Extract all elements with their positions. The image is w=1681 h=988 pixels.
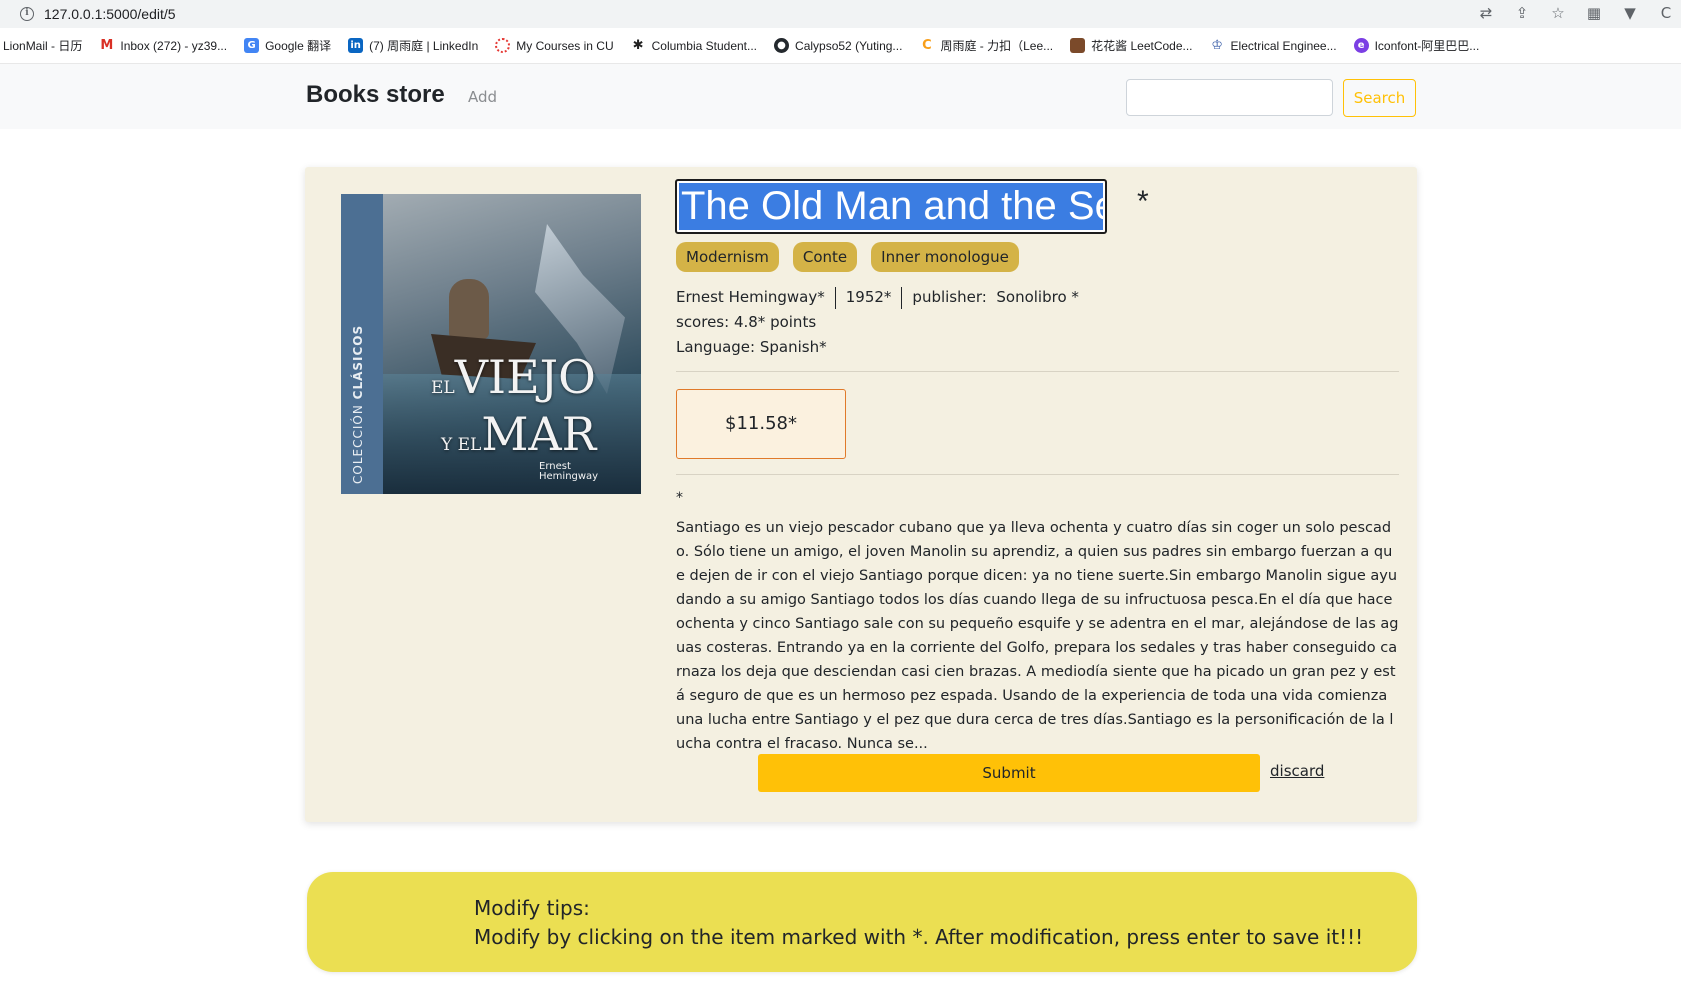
bookmark-label: Calypso52 (Yuting... — [795, 38, 903, 53]
divider — [676, 371, 1399, 372]
bookmark-label: 花花酱 LeetCode... — [1091, 39, 1193, 53]
bookmark-github[interactable]: ● Calypso52 (Yuting... — [774, 38, 902, 53]
google-translate-icon: G — [244, 38, 260, 53]
leetcode-avatar-icon — [1070, 38, 1086, 53]
meta-separator — [901, 286, 903, 309]
iconfont-icon: e — [1353, 38, 1369, 53]
bookmark-label: Google 翻译 — [265, 39, 332, 53]
cover-band-prefix: COLECCIÓN — [351, 404, 365, 484]
book-meta: Ernest Hemingway* 1952* publisher: Sonolib… — [676, 285, 1079, 360]
translate-icon[interactable]: ⇄ — [1477, 4, 1495, 22]
description-field[interactable]: Santiago es un viejo pescador cubano que… — [676, 516, 1399, 756]
vue-devtools-icon[interactable]: ▼ — [1621, 4, 1639, 22]
browser-address-bar[interactable]: i 127.0.0.1:5000/edit/5 ⇄ ⇪ ☆ ▦ ▼ C — [0, 0, 1681, 28]
star-icon[interactable]: ☆ — [1549, 4, 1567, 22]
browser-actions: ⇄ ⇪ ☆ ▦ ▼ C — [1477, 4, 1681, 22]
divider — [676, 474, 1399, 475]
bookmarks-bar: LionMail - 日历 M Inbox (272) - yz39... G Go… — [0, 28, 1681, 64]
bookmark-label: LionMail - 日历 — [3, 39, 83, 53]
title-edit-marker: * — [1137, 185, 1149, 218]
bookmark-label: 周雨庭 - 力扣（Lee... — [940, 39, 1054, 53]
cover-title-row2: Y ELMAR — [441, 411, 596, 468]
modify-tips-banner: Modify tips: Modify by clicking on the i… — [307, 872, 1417, 972]
bookmark-label: (7) 周雨庭 | LinkedIn — [369, 39, 479, 53]
description-edit-marker: * — [676, 490, 683, 506]
tag-conte[interactable]: Conte — [792, 242, 858, 272]
bookmark-gmail[interactable]: M Inbox (272) - yz39... — [99, 38, 227, 53]
bookmark-linkedin[interactable]: in (7) 周雨庭 | LinkedIn — [348, 37, 478, 54]
bookmark-label: Electrical Enginee... — [1230, 38, 1337, 53]
submit-button[interactable]: Submit — [758, 754, 1260, 792]
price-field[interactable]: $11.58* — [676, 389, 846, 459]
cover-band-highlight: CLÁSICOS — [351, 324, 365, 400]
navbar: Books store Add Search — [0, 64, 1681, 129]
cover-author: Ernest Hemingway — [539, 461, 599, 482]
tag-modernism[interactable]: Modernism — [676, 242, 779, 272]
cover-title-el: EL — [431, 378, 455, 398]
bookmark-iconfont[interactable]: e Iconfont-阿里巴巴... — [1353, 37, 1480, 54]
linkedin-icon: in — [348, 38, 364, 53]
meta-line-1: Ernest Hemingway* 1952* publisher: Sonolib… — [676, 285, 1079, 310]
cover-fisherman — [449, 279, 489, 339]
language-field[interactable]: Language: Spanish* — [676, 335, 1079, 360]
tag-inner-monologue[interactable]: Inner monologue — [871, 242, 1019, 272]
cover-title-viejo: VIEJO — [454, 350, 596, 404]
bookmark-label: Inbox (272) - yz39... — [120, 38, 228, 53]
leetcode-icon: C — [919, 38, 935, 53]
book-edit-card: COLECCIÓN CLÁSICOS ELVIEJO Y ELMAR Ernes… — [305, 167, 1417, 822]
cover-title: ELVIEJO Y ELMAR — [431, 354, 596, 468]
year-field[interactable]: 1952* — [846, 288, 892, 306]
nav-add-link[interactable]: Add — [468, 88, 497, 106]
book-cover-image: COLECCIÓN CLÁSICOS ELVIEJO Y ELMAR Ernes… — [341, 194, 641, 494]
courses-icon — [495, 38, 511, 53]
book-title-selected[interactable]: The Old Man and the Sea — [679, 183, 1103, 230]
share-icon[interactable]: ⇪ — [1513, 4, 1531, 22]
search-input[interactable] — [1126, 79, 1333, 116]
extension-icon[interactable]: ▦ — [1585, 4, 1603, 22]
crown-icon: ♔ — [1209, 38, 1225, 53]
bookmark-label: Iconfont-阿里巴巴... — [1374, 39, 1480, 53]
discard-link[interactable]: discard — [1270, 762, 1324, 780]
bookmark-leetcode[interactable]: C 周雨庭 - 力扣（Lee... — [919, 37, 1053, 54]
bookmark-electrical-engineering[interactable]: ♔ Electrical Enginee... — [1209, 38, 1337, 53]
gmail-icon: M — [99, 38, 115, 53]
bookmark-huahuajiang[interactable]: 花花酱 LeetCode... — [1070, 37, 1193, 54]
tips-body: Modify by clicking on the item marked wi… — [474, 925, 1364, 949]
bookmark-label: Columbia Student... — [651, 38, 758, 53]
cover-title-mar: MAR — [481, 407, 597, 461]
url-text[interactable]: 127.0.0.1:5000/edit/5 — [44, 6, 176, 22]
brand-link[interactable]: Books store — [306, 81, 445, 109]
cover-title-yel: Y EL — [441, 435, 482, 455]
publisher-label: publisher: — [912, 288, 987, 306]
site-info-icon[interactable]: i — [20, 7, 34, 21]
publisher-field[interactable]: Sonolibro * — [996, 288, 1079, 306]
extension-c-icon[interactable]: C — [1657, 4, 1675, 22]
author-field[interactable]: Ernest Hemingway* — [676, 288, 825, 306]
bookmark-courses[interactable]: My Courses in CU — [495, 38, 614, 53]
cover-band-text: COLECCIÓN CLÁSICOS — [351, 325, 365, 484]
columbia-icon: ✱ — [630, 38, 646, 53]
search-button[interactable]: Search — [1343, 79, 1416, 117]
scores-field[interactable]: scores: 4.8* points — [676, 310, 1079, 335]
bookmark-google-translate[interactable]: G Google 翻译 — [244, 37, 331, 54]
title-edit-field[interactable]: The Old Man and the Sea — [675, 179, 1107, 234]
bookmark-label: My Courses in CU — [516, 38, 614, 53]
genre-tags: Modernism Conte Inner monologue — [676, 242, 1033, 272]
bookmark-columbia[interactable]: ✱ Columbia Student... — [630, 38, 758, 53]
meta-separator — [834, 286, 836, 309]
tips-heading: Modify tips: — [474, 896, 590, 920]
github-icon: ● — [774, 38, 790, 53]
bookmark-lionmail[interactable]: LionMail - 日历 — [3, 37, 82, 54]
